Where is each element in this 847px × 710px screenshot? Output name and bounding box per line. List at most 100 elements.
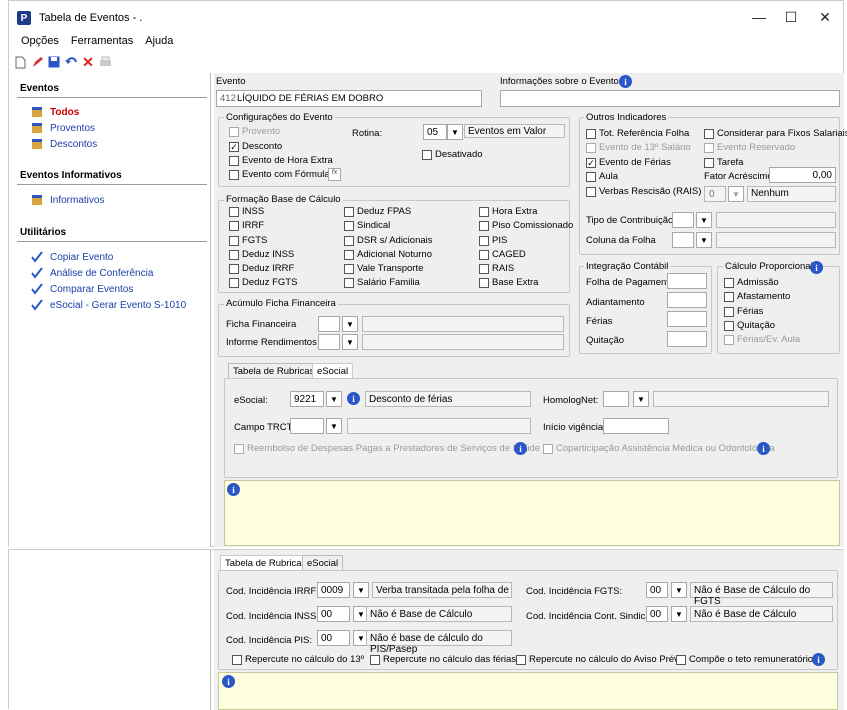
base-salario-familia-checkbox[interactable]: Salário Familia: [344, 277, 420, 288]
info-icon[interactable]: i: [812, 653, 825, 666]
evento-field[interactable]: 412 LÍQUIDO DE FÉRIAS EM DOBRO: [216, 90, 482, 107]
afastamento-checkbox[interactable]: Afastamento: [724, 291, 790, 302]
quitacao-input[interactable]: [667, 331, 707, 347]
base-irrf-checkbox[interactable]: IRRF: [229, 220, 264, 231]
irrf-code[interactable]: 0009: [317, 582, 350, 598]
info-icon[interactable]: i: [514, 442, 527, 455]
desativado-checkbox[interactable]: Desativado: [422, 149, 483, 160]
base-vale-transporte-checkbox[interactable]: Vale Transporte: [344, 263, 423, 274]
rotina-code[interactable]: 05: [423, 124, 447, 140]
base-fgts-checkbox[interactable]: FGTS: [229, 235, 267, 246]
admissao-checkbox[interactable]: Admissão: [724, 277, 779, 288]
calc-quitacao-checkbox[interactable]: Quitação: [724, 320, 775, 331]
fx-button[interactable]: fx: [328, 168, 341, 181]
chevron-down-icon[interactable]: ▼: [326, 418, 342, 434]
print-icon[interactable]: [98, 55, 112, 69]
copart-checkbox[interactable]: Coparticipação Assistência Médica ou Odo…: [543, 443, 775, 454]
tot-ref-checkbox[interactable]: Tot. Referência Folha: [586, 128, 689, 139]
calc-ferias-checkbox[interactable]: Férias: [724, 306, 763, 317]
base-rais-checkbox[interactable]: RAIS: [479, 263, 514, 274]
formula-checkbox[interactable]: Evento com Fórmula: [229, 169, 330, 180]
menu-opcoes[interactable]: Opções: [21, 35, 59, 51]
fator-input[interactable]: 0,00: [769, 167, 836, 183]
base-extra-checkbox[interactable]: Base Extra: [479, 277, 538, 288]
base-caged-checkbox[interactable]: CAGED: [479, 249, 526, 260]
new-file-icon[interactable]: [13, 55, 27, 69]
ferias-input[interactable]: [667, 311, 707, 327]
sidebar-item-comparar[interactable]: Comparar Eventos: [31, 283, 133, 295]
tab-esocial[interactable]: eSocial: [312, 363, 354, 379]
sidebar-item-copiar[interactable]: Copiar Evento: [31, 251, 113, 263]
base-deduz-fpas-checkbox[interactable]: Deduz FPAS: [344, 206, 411, 217]
base-inss-checkbox[interactable]: INSS: [229, 206, 264, 217]
chevron-down-icon[interactable]: ▼: [696, 212, 712, 228]
inicio-input[interactable]: [603, 418, 669, 434]
coluna-folha-code[interactable]: [672, 232, 694, 248]
menu-ferramentas[interactable]: Ferramentas: [71, 35, 133, 51]
sindical-code[interactable]: 00: [646, 606, 668, 622]
informe-code[interactable]: [318, 334, 340, 350]
info-icon[interactable]: i: [757, 442, 770, 455]
chevron-down-icon[interactable]: ▼: [447, 124, 463, 140]
rep-aviso-checkbox[interactable]: Repercute no cálculo do Aviso Prévio: [516, 654, 686, 665]
sidebar-item-todos[interactable]: Todos: [31, 106, 79, 118]
info-evento-field[interactable]: [500, 90, 840, 107]
adiantamento-input[interactable]: [667, 292, 707, 308]
undo-icon[interactable]: [64, 55, 78, 69]
info-icon[interactable]: i: [347, 392, 360, 405]
base-adicional-noturno-checkbox[interactable]: Adicional Noturno: [344, 249, 432, 260]
chevron-down-icon[interactable]: ▼: [342, 334, 358, 350]
sidebar-item-esocial[interactable]: eSocial - Gerar Evento S-1010: [31, 299, 186, 311]
sidebar-item-proventos[interactable]: Proventos: [31, 122, 95, 134]
tipo-contrib-code[interactable]: [672, 212, 694, 228]
tarefa-checkbox[interactable]: Tarefa: [704, 157, 743, 168]
chevron-down-icon[interactable]: ▼: [671, 606, 687, 622]
chevron-down-icon[interactable]: ▼: [633, 391, 649, 407]
minimize-button[interactable]: —: [749, 9, 769, 25]
reembolso-checkbox[interactable]: Reembolso de Despesas Pagas a Prestadore…: [234, 443, 540, 454]
chevron-down-icon[interactable]: ▼: [353, 582, 369, 598]
chevron-down-icon[interactable]: ▼: [326, 391, 342, 407]
delete-icon[interactable]: ✕: [81, 54, 95, 70]
fgts-code[interactable]: 00: [646, 582, 668, 598]
sidebar-item-informativos[interactable]: Informativos: [31, 194, 104, 206]
base-dsr-checkbox[interactable]: DSR s/ Adicionais: [344, 235, 433, 246]
tab-tabela-rubricas[interactable]: Tabela de Rubricas: [228, 363, 320, 379]
hora-extra-checkbox[interactable]: Evento de Hora Extra: [229, 155, 333, 166]
inss-code[interactable]: 00: [317, 606, 350, 622]
homolognet-code[interactable]: [603, 391, 629, 407]
sidebar-item-analise[interactable]: Análise de Conferência: [31, 267, 153, 279]
tab-tabela-rubricas[interactable]: Tabela de Rubricas: [220, 555, 312, 571]
provento-checkbox[interactable]: Provento: [229, 126, 280, 137]
chevron-down-icon[interactable]: ▼: [671, 582, 687, 598]
esocial-code[interactable]: 9221: [290, 391, 324, 407]
pis-code[interactable]: 00: [317, 630, 350, 646]
teto-checkbox[interactable]: Compõe o teto remuneratório: [676, 654, 813, 665]
sidebar-item-descontos[interactable]: Descontos: [31, 138, 97, 150]
chevron-down-icon[interactable]: ▼: [342, 316, 358, 332]
close-window-button[interactable]: ✕: [815, 9, 835, 26]
base-hora-extra-checkbox[interactable]: Hora Extra: [479, 206, 537, 217]
evento-13-checkbox[interactable]: Evento de 13º Salário: [586, 142, 691, 153]
desconto-checkbox[interactable]: ✓ Desconto: [229, 141, 282, 152]
edit-icon[interactable]: [30, 55, 44, 69]
chevron-down-icon[interactable]: ▼: [696, 232, 712, 248]
ferias-ev-aula-checkbox[interactable]: Férias/Ev. Aula: [724, 334, 800, 345]
save-icon[interactable]: [47, 55, 61, 69]
trct-code[interactable]: [290, 418, 324, 434]
tab-esocial[interactable]: eSocial: [302, 555, 344, 571]
reservado-checkbox[interactable]: Evento Reservado: [704, 142, 795, 153]
base-sindical-checkbox[interactable]: Sindical: [344, 220, 390, 231]
aula-checkbox[interactable]: Aula: [586, 171, 618, 182]
rep-13-checkbox[interactable]: Repercute no cálculo do 13º: [232, 654, 364, 665]
info-icon[interactable]: i: [810, 261, 823, 274]
info-icon[interactable]: i: [619, 75, 632, 88]
base-deduz-fgts-checkbox[interactable]: Deduz FGTS: [229, 277, 297, 288]
fixos-checkbox[interactable]: Considerar para Fixos Salariais: [704, 128, 847, 139]
ficha-code[interactable]: [318, 316, 340, 332]
rep-ferias-checkbox[interactable]: Repercute no cálculo das férias: [370, 654, 516, 665]
base-deduz-inss-checkbox[interactable]: Deduz INSS: [229, 249, 294, 260]
menu-ajuda[interactable]: Ajuda: [145, 35, 173, 51]
folha-pagamento-input[interactable]: [667, 273, 707, 289]
verbas-checkbox[interactable]: Verbas Rescisão (RAIS): [586, 186, 701, 197]
